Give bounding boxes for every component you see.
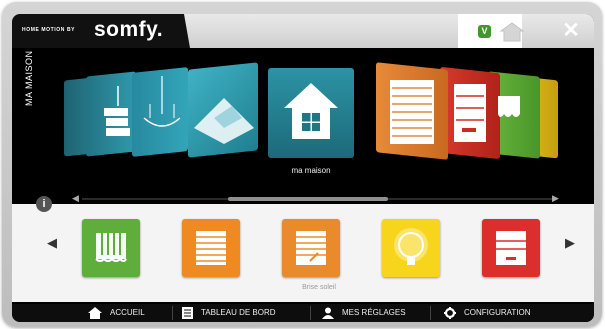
blind-icon xyxy=(454,84,486,142)
nav-reglages-label: MES RÉGLAGES xyxy=(342,308,406,317)
nav-divider xyxy=(430,306,431,320)
scroll-left-icon[interactable]: ◀ xyxy=(72,193,79,204)
notification-icon[interactable]: V xyxy=(478,25,491,38)
nav-tableau-label: TABLEAU DE BORD xyxy=(201,308,276,317)
info-icon[interactable]: i xyxy=(36,196,52,212)
nav-divider xyxy=(310,306,311,320)
bottom-nav: ACCUEIL TABLEAU DE BORD MES RÉGLAGES CON… xyxy=(12,304,594,322)
equipment-tile-blind[interactable] xyxy=(482,219,540,277)
nav-accueil[interactable]: ACCUEIL xyxy=(88,304,145,322)
roof-window-icon xyxy=(194,98,254,144)
next-arrow-icon[interactable]: ▶ xyxy=(564,236,576,250)
house-icon xyxy=(284,83,338,139)
nav-configuration-label: CONFIGURATION xyxy=(464,308,531,317)
scroll-right-icon[interactable]: ▶ xyxy=(552,193,559,204)
awning-icon xyxy=(95,233,127,262)
nav-configuration[interactable]: CONFIGURATION xyxy=(444,304,531,322)
light-bulb-icon xyxy=(394,228,428,265)
somfy-logo: somfy. xyxy=(94,18,164,41)
gear-icon xyxy=(444,306,456,319)
nav-accueil-label: ACCUEIL xyxy=(110,308,145,317)
dashboard-icon xyxy=(182,306,193,319)
house-browser: MA MAISON ma maison ◀ ▶ xyxy=(12,48,594,204)
selected-home-label: ma maison xyxy=(291,166,331,175)
equipment-tile-light[interactable] xyxy=(382,219,440,277)
equipment-tile-awning[interactable] xyxy=(82,219,140,277)
logo-tagline: HOME MOTION BY xyxy=(22,27,76,33)
logo-tab: HOME MOTION BY somfy. xyxy=(12,14,190,48)
awning-icon xyxy=(498,96,520,117)
home-icon xyxy=(88,306,102,319)
user-icon xyxy=(322,307,334,319)
prev-arrow-icon[interactable]: ◀ xyxy=(46,236,58,250)
nav-mes-reglages[interactable]: MES RÉGLAGES xyxy=(322,304,406,322)
nav-tableau-de-bord[interactable]: TABLEAU DE BORD xyxy=(182,304,276,322)
close-button[interactable]: ✕ xyxy=(560,20,582,42)
brise-soleil-icon xyxy=(296,231,326,265)
blind-icon xyxy=(496,231,526,265)
shutter-icon xyxy=(196,231,226,265)
home-icon[interactable] xyxy=(500,22,524,42)
chandelier-icon xyxy=(143,76,181,127)
device-frame: HOME MOTION BY somfy. V ✕ MA MAISON ma m… xyxy=(2,2,602,327)
shutter-icon xyxy=(390,80,434,144)
selected-equipment-label: Brise soleil xyxy=(302,284,336,291)
nav-divider xyxy=(172,306,173,320)
equipment-tile-brise-soleil[interactable] xyxy=(282,219,340,277)
carousel-scrollbar-thumb[interactable] xyxy=(228,197,388,201)
side-label: MA MAISON xyxy=(24,50,34,106)
equipment-tile-shutter[interactable] xyxy=(182,219,240,277)
app-screen: HOME MOTION BY somfy. V ✕ MA MAISON ma m… xyxy=(12,14,594,322)
